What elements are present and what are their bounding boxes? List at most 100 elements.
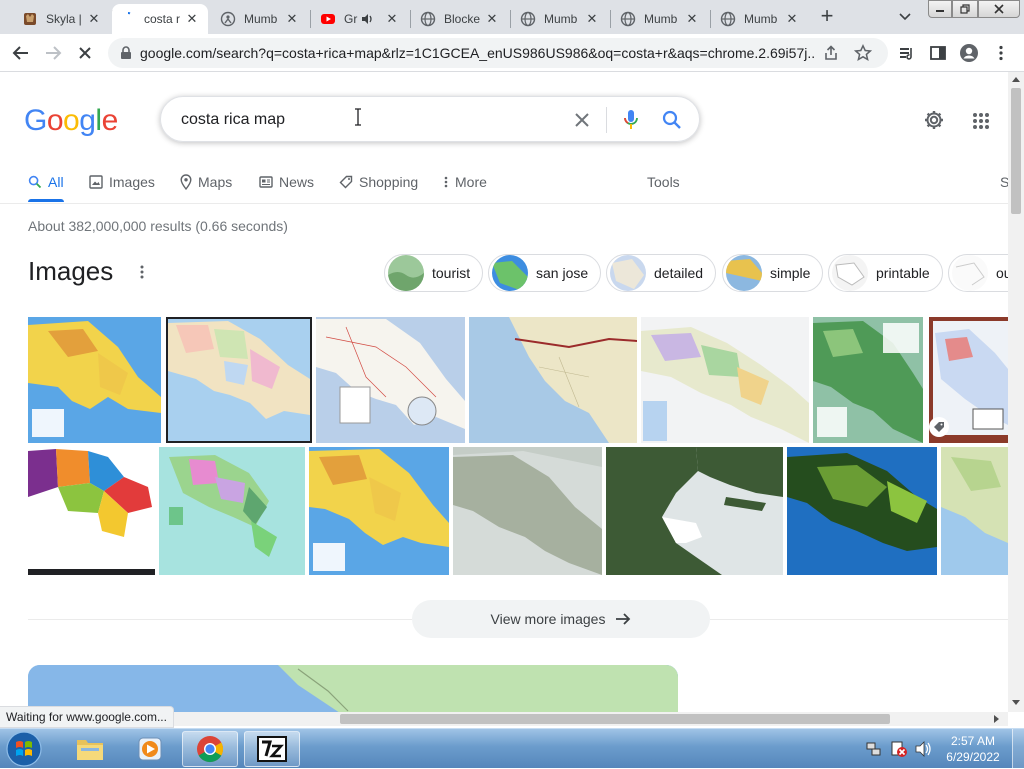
globe-favicon-icon — [420, 11, 436, 27]
image-result[interactable] — [606, 447, 783, 575]
close-icon[interactable]: ✕ — [384, 11, 400, 27]
scroll-right-icon[interactable] — [994, 715, 1000, 723]
vertical-scrollbar[interactable] — [1008, 72, 1024, 712]
back-button[interactable] — [10, 42, 32, 64]
media-control-button[interactable] — [896, 42, 918, 64]
tab-blocked[interactable]: Blocke ✕ — [412, 4, 508, 34]
start-button[interactable] — [4, 730, 44, 768]
image-result[interactable] — [787, 447, 937, 575]
speaker-icon[interactable] — [360, 12, 374, 26]
chip-label: simple — [770, 265, 811, 281]
image-result[interactable] — [641, 317, 809, 443]
share-icon[interactable] — [822, 44, 840, 62]
image-result-selected[interactable] — [166, 317, 312, 443]
profile-button[interactable] — [958, 42, 980, 64]
settings-gear-icon[interactable] — [923, 109, 945, 131]
search-box[interactable]: costa rica map — [160, 96, 700, 142]
tab-strip: Skyla | ✕ costa r ✕ Mumb ✕ Gr ✕ Blocke ✕… — [0, 0, 1024, 34]
image-result[interactable] — [28, 447, 155, 575]
image-result[interactable] — [28, 317, 161, 443]
clear-icon[interactable] — [573, 111, 591, 129]
tab-youtube[interactable]: Gr ✕ — [312, 4, 408, 34]
tab-more[interactable]: More — [443, 172, 487, 192]
tab-mumb-3[interactable]: Mumb ✕ — [612, 4, 708, 34]
tools-button[interactable]: Tools — [647, 172, 680, 192]
url-text[interactable]: google.com/search?q=costa+rica+map&rlz=1… — [140, 45, 816, 61]
stop-loading-button[interactable] — [74, 42, 96, 64]
kebab-menu-icon[interactable] — [140, 265, 144, 279]
action-center-alert-icon[interactable] — [890, 740, 908, 758]
tab-all[interactable]: All — [28, 172, 64, 192]
chip-label: printable — [876, 265, 930, 281]
divider — [606, 107, 607, 133]
close-icon[interactable]: ✕ — [184, 11, 200, 27]
bookmark-star-icon[interactable] — [854, 44, 872, 62]
close-icon[interactable]: ✕ — [584, 11, 600, 27]
chip-san-jose[interactable]: san jose — [488, 254, 602, 292]
address-bar[interactable]: google.com/search?q=costa+rica+map&rlz=1… — [108, 38, 888, 68]
new-tab-button[interactable]: + — [816, 5, 838, 28]
scrollbar-thumb[interactable] — [340, 714, 890, 724]
restore-button[interactable] — [952, 0, 978, 18]
chip-tourist[interactable]: tourist — [384, 254, 484, 292]
image-result[interactable] — [813, 317, 923, 443]
tab-shopping[interactable]: Shopping — [339, 172, 418, 192]
taskbar-7zip[interactable] — [244, 731, 300, 767]
lock-icon[interactable] — [120, 46, 132, 60]
volume-icon[interactable] — [914, 741, 932, 757]
tab-mumb-4[interactable]: Mumb ✕ — [712, 4, 808, 34]
chip-thumbnail — [832, 255, 868, 291]
safesearch-cutoff[interactable]: S — [1000, 172, 1008, 192]
scroll-down-icon[interactable] — [1012, 700, 1020, 706]
scroll-up-icon[interactable] — [1012, 76, 1020, 82]
microphone-icon[interactable] — [623, 109, 639, 131]
close-icon[interactable]: ✕ — [284, 11, 300, 27]
scrollbar-thumb[interactable] — [1011, 88, 1021, 214]
close-icon[interactable]: ✕ — [784, 11, 800, 27]
text-cursor-icon — [355, 108, 361, 126]
chip-thumbnail — [492, 255, 528, 291]
divider — [710, 619, 1008, 620]
apps-grid-icon[interactable] — [972, 112, 990, 130]
taskbar-clock[interactable]: 2:57 AM 6/29/2022 — [938, 733, 1008, 765]
minimize-button[interactable] — [928, 0, 952, 18]
taskbar-media-player[interactable] — [122, 731, 178, 767]
tab-label: All — [48, 174, 64, 190]
tab-news[interactable]: News — [259, 172, 314, 192]
chip-outline[interactable]: ou — [948, 254, 1008, 292]
google-logo[interactable]: Google — [24, 104, 118, 138]
tab-mumb-2[interactable]: Mumb ✕ — [512, 4, 608, 34]
image-result[interactable] — [453, 447, 602, 575]
close-icon[interactable]: ✕ — [86, 11, 102, 27]
image-result[interactable] — [469, 317, 637, 443]
image-result[interactable] — [316, 317, 465, 443]
forward-button[interactable] — [42, 42, 64, 64]
browser-menu-button[interactable] — [990, 42, 1012, 64]
image-result[interactable] — [929, 317, 1008, 443]
close-icon[interactable]: ✕ — [484, 11, 500, 27]
close-icon[interactable]: ✕ — [684, 11, 700, 27]
chevron-down-icon[interactable] — [898, 12, 912, 22]
image-result[interactable] — [159, 447, 305, 575]
taskbar-chrome[interactable] — [182, 731, 238, 767]
map-result-preview[interactable] — [28, 665, 678, 712]
chip-printable[interactable]: printable — [828, 254, 943, 292]
chip-detailed[interactable]: detailed — [606, 254, 717, 292]
image-result[interactable] — [309, 447, 449, 575]
view-more-images-button[interactable]: View more images — [412, 600, 710, 638]
taskbar-explorer[interactable] — [62, 731, 118, 767]
image-result[interactable] — [941, 447, 1008, 575]
search-icon[interactable] — [661, 109, 683, 131]
logo-letter: o — [63, 104, 80, 137]
tab-maps[interactable]: Maps — [180, 172, 232, 192]
tab-images[interactable]: Images — [89, 172, 155, 192]
side-panel-button[interactable] — [927, 42, 949, 64]
close-window-button[interactable] — [978, 0, 1020, 18]
chip-simple[interactable]: simple — [722, 254, 824, 292]
tab-skyla[interactable]: Skyla | ✕ — [14, 4, 110, 34]
tab-mumb-1[interactable]: Mumb ✕ — [212, 4, 308, 34]
search-input[interactable]: costa rica map — [181, 111, 285, 129]
network-icon[interactable] — [866, 741, 882, 757]
tab-costa-rica[interactable]: costa r ✕ — [112, 4, 208, 34]
show-desktop-button[interactable] — [1012, 729, 1024, 769]
